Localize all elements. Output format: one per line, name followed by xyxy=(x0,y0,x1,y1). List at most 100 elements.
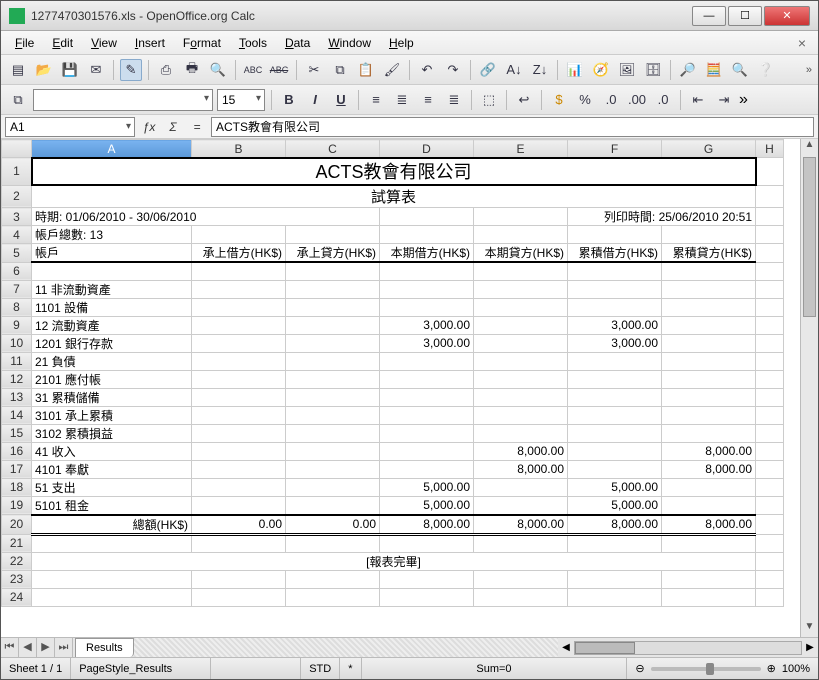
function-wizard-icon[interactable]: ƒx xyxy=(139,117,159,137)
tab-first-icon[interactable]: ⏮ xyxy=(1,638,19,657)
status-sum[interactable]: Sum=0 xyxy=(362,658,628,679)
tab-prev-icon[interactable]: ◀ xyxy=(19,638,37,657)
autospell-icon[interactable]: ABC xyxy=(268,59,290,81)
bold-button[interactable]: B xyxy=(278,89,300,111)
edit-mode-icon[interactable]: ✎ xyxy=(120,59,142,81)
name-box[interactable]: A1 xyxy=(5,117,135,137)
tab-last-icon[interactable]: ⏭ xyxy=(55,638,73,657)
font-size-combo[interactable]: 15 xyxy=(217,89,265,111)
zoom-out-icon[interactable]: ⊖ xyxy=(635,662,644,675)
add-decimal-icon[interactable]: .00 xyxy=(626,89,648,111)
close-button[interactable]: ✕ xyxy=(764,6,810,26)
headers-icon[interactable]: 🧮 xyxy=(703,59,725,81)
open-icon[interactable]: 📂 xyxy=(33,59,55,81)
cell-A4[interactable]: 帳戶總數: 13 xyxy=(32,226,192,244)
navigator-icon[interactable]: 🧭 xyxy=(590,59,612,81)
equals-icon[interactable]: = xyxy=(187,117,207,137)
zoom-value[interactable]: 100% xyxy=(782,663,810,675)
menu-data[interactable]: Data xyxy=(277,34,318,52)
hscroll-right-icon[interactable]: ▶ xyxy=(802,642,818,653)
status-pagestyle[interactable]: PageStyle_Results xyxy=(71,658,211,679)
paste-icon[interactable]: 📋 xyxy=(355,59,377,81)
decrease-indent-icon[interactable]: ⇤ xyxy=(687,89,709,111)
col-header-G[interactable]: G xyxy=(662,140,756,158)
menu-tools[interactable]: Tools xyxy=(231,34,275,52)
remove-decimal-icon[interactable]: .0 xyxy=(652,89,674,111)
new-icon[interactable]: ▤ xyxy=(7,59,29,81)
scroll-up-icon[interactable]: ▲ xyxy=(801,139,818,155)
undo-icon[interactable]: ↶ xyxy=(416,59,438,81)
row-header[interactable]: 1 xyxy=(2,158,32,186)
datasources-icon[interactable]: 🗄 xyxy=(642,59,664,81)
percent-icon[interactable]: % xyxy=(574,89,596,111)
underline-button[interactable]: U xyxy=(330,89,352,111)
scroll-thumb[interactable] xyxy=(803,157,816,317)
redo-icon[interactable]: ↷ xyxy=(442,59,464,81)
align-center-icon[interactable]: ≣ xyxy=(391,89,413,111)
cut-icon[interactable]: ✂ xyxy=(303,59,325,81)
tab-next-icon[interactable]: ▶ xyxy=(37,638,55,657)
sort-desc-icon[interactable]: Z↓ xyxy=(529,59,551,81)
cell-A1[interactable]: ACTS教會有限公司 xyxy=(32,158,756,186)
col-header-H[interactable]: H xyxy=(756,140,784,158)
col-header-F[interactable]: F xyxy=(568,140,662,158)
cell-A3[interactable]: 時期: 01/06/2010 - 30/06/2010 xyxy=(32,208,380,226)
column-headers[interactable]: A B C D E F G H xyxy=(2,140,784,158)
cell-A5[interactable]: 帳戶 xyxy=(32,244,192,263)
hscroll-left-icon[interactable]: ◀ xyxy=(558,642,574,653)
cell-F3[interactable]: 列印時間: 25/06/2010 20:51 xyxy=(568,208,756,226)
font-name-combo[interactable] xyxy=(33,89,213,111)
menu-help[interactable]: Help xyxy=(381,34,422,52)
find-icon[interactable]: 🔎 xyxy=(677,59,699,81)
sheet-tab-results[interactable]: Results xyxy=(75,638,134,657)
toolbar-expand-icon[interactable]: » xyxy=(806,64,812,76)
preview-icon[interactable]: 🔍 xyxy=(207,59,229,81)
document-close-icon[interactable]: × xyxy=(792,35,812,51)
titlebar[interactable]: 1277470301576.xls - OpenOffice.org Calc … xyxy=(1,1,818,31)
print-icon[interactable]: 🖶 xyxy=(181,59,203,81)
styles-icon[interactable]: ⧉ xyxy=(7,89,29,111)
hyperlink-icon[interactable]: 🔗 xyxy=(477,59,499,81)
currency-icon[interactable]: $ xyxy=(548,89,570,111)
save-icon[interactable]: 💾 xyxy=(59,59,81,81)
merge-cells-icon[interactable]: ⬚ xyxy=(478,89,500,111)
maximize-button[interactable]: ☐ xyxy=(728,6,762,26)
menu-format[interactable]: Format xyxy=(175,34,229,52)
menu-insert[interactable]: Insert xyxy=(127,34,173,52)
menu-window[interactable]: Window xyxy=(320,34,379,52)
zoom-slider[interactable] xyxy=(651,667,761,671)
cell-A2[interactable]: 試算表 xyxy=(32,185,756,208)
gallery-icon[interactable]: 🖼 xyxy=(616,59,638,81)
menu-edit[interactable]: Edit xyxy=(44,34,81,52)
align-justify-icon[interactable]: ≣ xyxy=(443,89,465,111)
horizontal-scrollbar[interactable]: ◀ ▶ xyxy=(558,638,818,657)
export-pdf-icon[interactable]: ⎙ xyxy=(155,59,177,81)
menu-view[interactable]: View xyxy=(83,34,125,52)
scroll-down-icon[interactable]: ▼ xyxy=(801,621,818,637)
minimize-button[interactable]: — xyxy=(692,6,726,26)
hscroll-thumb[interactable] xyxy=(575,642,635,654)
number-format-icon[interactable]: .0 xyxy=(600,89,622,111)
grid[interactable]: A B C D E F G H 1 ACTS教會有限公司 2 試算表 3 時期:… xyxy=(1,139,800,637)
sum-icon[interactable]: Σ xyxy=(163,117,183,137)
chart-icon[interactable]: 📊 xyxy=(564,59,586,81)
status-mode[interactable]: STD xyxy=(301,658,340,679)
help-icon[interactable]: ❔ xyxy=(755,59,777,81)
col-header-A[interactable]: A xyxy=(32,140,192,158)
menu-file[interactable]: File xyxy=(7,34,42,52)
align-right-icon[interactable]: ≡ xyxy=(417,89,439,111)
italic-button[interactable]: I xyxy=(304,89,326,111)
format-paintbrush-icon[interactable]: 🖌 xyxy=(381,59,403,81)
align-left-icon[interactable]: ≡ xyxy=(365,89,387,111)
email-icon[interactable]: ✉ xyxy=(85,59,107,81)
col-header-C[interactable]: C xyxy=(286,140,380,158)
spellcheck-icon[interactable]: ABC xyxy=(242,59,264,81)
col-header-E[interactable]: E xyxy=(474,140,568,158)
vertical-scrollbar[interactable]: ▲ ▼ xyxy=(800,139,818,637)
zoom-icon[interactable]: 🔍 xyxy=(729,59,751,81)
wrap-text-icon[interactable]: ↩ xyxy=(513,89,535,111)
zoom-control[interactable]: ⊖ ⊕ 100% xyxy=(627,662,818,675)
col-header-B[interactable]: B xyxy=(192,140,286,158)
copy-icon[interactable]: ⧉ xyxy=(329,59,351,81)
formatbar-expand-icon[interactable]: » xyxy=(739,91,748,109)
